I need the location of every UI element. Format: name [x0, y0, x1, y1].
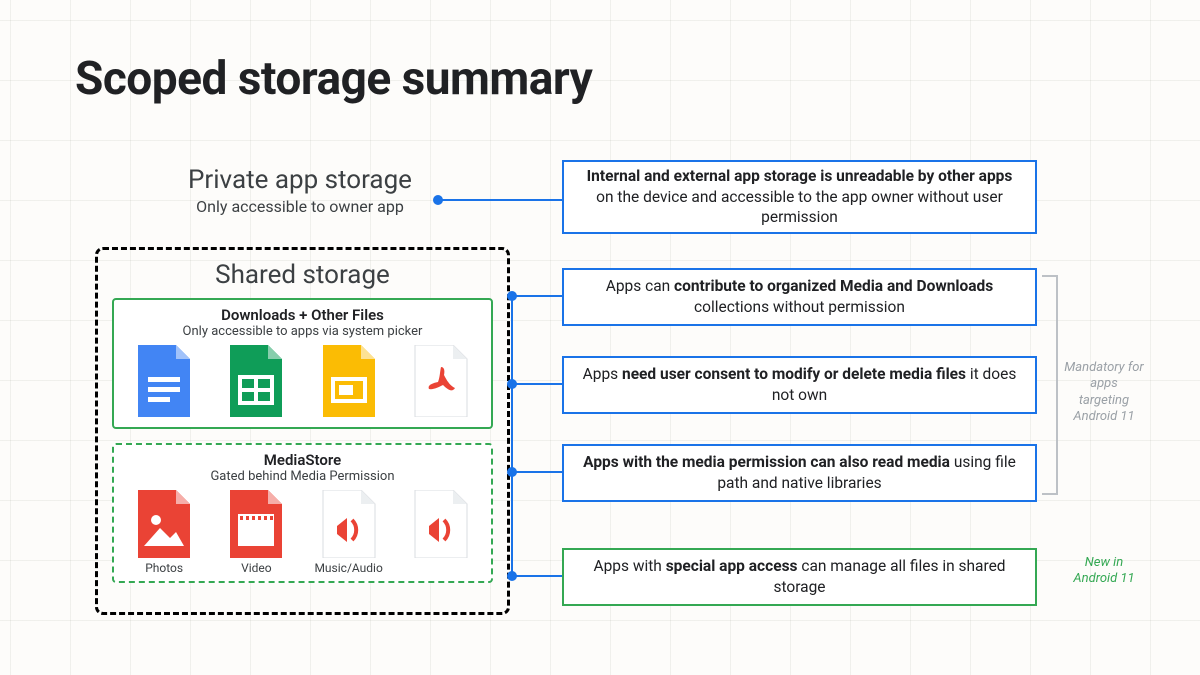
mediastore-box: MediaStore Gated behind Media Permission…: [112, 443, 493, 583]
mediastore-sub: Gated behind Media Permission: [122, 469, 483, 484]
info-box-special-access: Apps with special app access can manage …: [562, 548, 1037, 606]
b5-post: can manage all files in shared storage: [773, 557, 1005, 596]
info-box-media-permission: Apps with the media permission can also …: [562, 444, 1037, 502]
mediastore-icon-row: Photos Video: [122, 490, 483, 575]
b2-strong: contribute to organized Media and Downlo…: [674, 277, 993, 295]
mandatory-bracket: [1042, 275, 1058, 495]
b2-post: collections without permission: [694, 298, 905, 316]
video-file-icon: Video: [220, 490, 292, 575]
slides-file-icon: [313, 345, 385, 417]
downloads-icon-row: [122, 345, 483, 417]
audio-file-icon-2: [405, 490, 477, 558]
b3-strong: need user consent to modify or delete me…: [622, 365, 966, 383]
b3-pre: Apps: [583, 365, 622, 383]
b2-pre: Apps can: [606, 277, 674, 295]
mediastore-title: MediaStore: [122, 451, 483, 469]
private-subtext: Only accessible to owner app: [150, 197, 450, 216]
shared-storage-container: Shared storage Downloads + Other Files O…: [95, 247, 510, 615]
downloads-title: Downloads + Other Files: [122, 306, 483, 324]
video-label: Video: [220, 561, 292, 575]
info-box-private-storage: Internal and external app storage is unr…: [562, 160, 1037, 234]
shared-heading-text: Shared storage: [112, 260, 493, 290]
info-box-consent: Apps need user consent to modify or dele…: [562, 356, 1037, 414]
b1-rest: on the device and accessible to the app …: [596, 188, 1003, 227]
downloads-box: Downloads + Other Files Only accessible …: [112, 298, 493, 429]
page-title: Scoped storage summary: [75, 52, 592, 106]
b1-strong: Internal and external app storage is unr…: [587, 167, 1013, 185]
b5-pre: Apps with: [593, 557, 665, 575]
private-heading-text: Private app storage: [150, 165, 450, 195]
annotation-new: New in Android 11: [1064, 555, 1144, 588]
sheets-file-icon: [220, 345, 292, 417]
photos-label: Photos: [128, 561, 200, 575]
b5-strong: special app access: [666, 557, 798, 575]
b4-strong: Apps with the media permission can also …: [583, 453, 950, 471]
pdf-file-icon: [405, 345, 477, 417]
docs-file-icon: [128, 345, 200, 417]
audio-file-icon-1: Music/Audio: [313, 490, 385, 575]
private-storage-heading: Private app storage Only accessible to o…: [150, 165, 450, 216]
info-box-contribute: Apps can contribute to organized Media a…: [562, 268, 1037, 326]
photos-file-icon: Photos: [128, 490, 200, 575]
annotation-mandatory: Mandatory for apps targeting Android 11: [1064, 360, 1144, 425]
music-label: Music/Audio: [313, 561, 385, 575]
downloads-sub: Only accessible to apps via system picke…: [122, 324, 483, 339]
